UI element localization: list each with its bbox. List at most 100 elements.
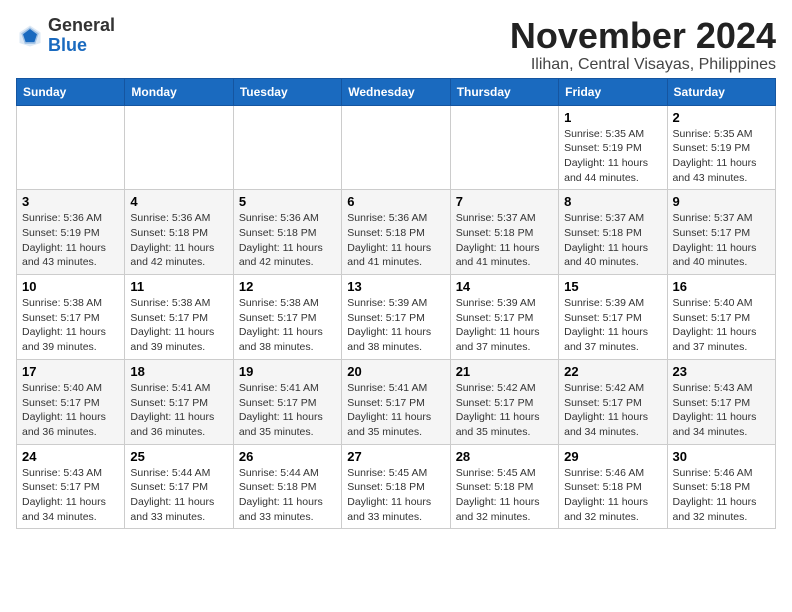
week-row-5: 24Sunrise: 5:43 AM Sunset: 5:17 PM Dayli… — [17, 444, 776, 529]
day-info: Sunrise: 5:36 AM Sunset: 5:18 PM Dayligh… — [130, 211, 227, 270]
logo: General Blue — [16, 16, 115, 56]
day-info: Sunrise: 5:41 AM Sunset: 5:17 PM Dayligh… — [239, 381, 336, 440]
day-info: Sunrise: 5:39 AM Sunset: 5:17 PM Dayligh… — [456, 296, 553, 355]
day-info: Sunrise: 5:41 AM Sunset: 5:17 PM Dayligh… — [347, 381, 444, 440]
weekday-header-saturday: Saturday — [667, 78, 775, 105]
day-number: 22 — [564, 364, 661, 379]
calendar-cell: 6 Sunrise: 5:36 AM Sunset: 5:18 PM Daylig… — [342, 190, 450, 275]
day-info: Sunrise: 5:39 AM Sunset: 5:17 PM Dayligh… — [347, 296, 444, 355]
day-info: Sunrise: 5:40 AM Sunset: 5:17 PM Dayligh… — [22, 381, 119, 440]
calendar-cell: 17Sunrise: 5:40 AM Sunset: 5:17 PM Dayli… — [17, 359, 125, 444]
day-number: 15 — [564, 279, 661, 294]
weekday-header-row: SundayMondayTuesdayWednesdayThursdayFrid… — [17, 78, 776, 105]
calendar-cell: 5 Sunrise: 5:36 AM Sunset: 5:18 PM Daylig… — [233, 190, 341, 275]
day-info: Sunrise: 5:41 AM Sunset: 5:17 PM Dayligh… — [130, 381, 227, 440]
weekday-header-wednesday: Wednesday — [342, 78, 450, 105]
location-title: Ilihan, Central Visayas, Philippines — [510, 56, 776, 74]
day-number: 25 — [130, 449, 227, 464]
calendar-cell: 24Sunrise: 5:43 AM Sunset: 5:17 PM Dayli… — [17, 444, 125, 529]
day-info: Sunrise: 5:46 AM Sunset: 5:18 PM Dayligh… — [564, 466, 661, 525]
day-number: 26 — [239, 449, 336, 464]
week-row-3: 10 Sunrise: 5:38 AM Sunset: 5:17 PM Dayli… — [17, 275, 776, 360]
day-info: Sunrise: 5:36 AM Sunset: 5:19 PM Dayligh… — [22, 211, 119, 270]
day-info: Sunrise: 5:37 AM Sunset: 5:18 PM Dayligh… — [564, 211, 661, 270]
day-number: 20 — [347, 364, 444, 379]
day-info: Sunrise: 5:42 AM Sunset: 5:17 PM Dayligh… — [564, 381, 661, 440]
day-info: Sunrise: 5:38 AM Sunset: 5:17 PM Dayligh… — [239, 296, 336, 355]
calendar-cell: 22 Sunrise: 5:42 AM Sunset: 5:17 PM Dayli… — [559, 359, 667, 444]
day-info: Sunrise: 5:46 AM Sunset: 5:18 PM Dayligh… — [673, 466, 770, 525]
week-row-2: 3 Sunrise: 5:36 AM Sunset: 5:19 PM Daylig… — [17, 190, 776, 275]
calendar-cell: 11Sunrise: 5:38 AM Sunset: 5:17 PM Dayli… — [125, 275, 233, 360]
weekday-header-thursday: Thursday — [450, 78, 558, 105]
day-number: 4 — [130, 194, 227, 209]
title-block: November 2024 Ilihan, Central Visayas, P… — [510, 16, 776, 74]
calendar-cell — [125, 105, 233, 190]
day-number: 10 — [22, 279, 119, 294]
calendar-cell: 3 Sunrise: 5:36 AM Sunset: 5:19 PM Daylig… — [17, 190, 125, 275]
calendar-cell: 26 Sunrise: 5:44 AM Sunset: 5:18 PM Dayli… — [233, 444, 341, 529]
day-number: 11 — [130, 279, 227, 294]
calendar-cell: 2 Sunrise: 5:35 AM Sunset: 5:19 PM Daylig… — [667, 105, 775, 190]
day-number: 2 — [673, 110, 770, 125]
calendar-cell: 12 Sunrise: 5:38 AM Sunset: 5:17 PM Dayli… — [233, 275, 341, 360]
calendar-cell — [233, 105, 341, 190]
day-info: Sunrise: 5:37 AM Sunset: 5:18 PM Dayligh… — [456, 211, 553, 270]
page-header: General Blue November 2024 Ilihan, Centr… — [16, 16, 776, 74]
day-info: Sunrise: 5:45 AM Sunset: 5:18 PM Dayligh… — [456, 466, 553, 525]
weekday-header-monday: Monday — [125, 78, 233, 105]
day-number: 5 — [239, 194, 336, 209]
calendar-cell: 14 Sunrise: 5:39 AM Sunset: 5:17 PM Dayli… — [450, 275, 558, 360]
day-number: 8 — [564, 194, 661, 209]
day-info: Sunrise: 5:44 AM Sunset: 5:17 PM Dayligh… — [130, 466, 227, 525]
day-info: Sunrise: 5:36 AM Sunset: 5:18 PM Dayligh… — [239, 211, 336, 270]
day-info: Sunrise: 5:45 AM Sunset: 5:18 PM Dayligh… — [347, 466, 444, 525]
day-info: Sunrise: 5:35 AM Sunset: 5:19 PM Dayligh… — [673, 127, 770, 186]
calendar-cell: 8 Sunrise: 5:37 AM Sunset: 5:18 PM Daylig… — [559, 190, 667, 275]
day-info: Sunrise: 5:38 AM Sunset: 5:17 PM Dayligh… — [22, 296, 119, 355]
day-number: 27 — [347, 449, 444, 464]
day-number: 21 — [456, 364, 553, 379]
calendar-cell: 19Sunrise: 5:41 AM Sunset: 5:17 PM Dayli… — [233, 359, 341, 444]
calendar-cell: 7 Sunrise: 5:37 AM Sunset: 5:18 PM Daylig… — [450, 190, 558, 275]
day-info: Sunrise: 5:37 AM Sunset: 5:17 PM Dayligh… — [673, 211, 770, 270]
day-number: 1 — [564, 110, 661, 125]
day-number: 14 — [456, 279, 553, 294]
day-number: 18 — [130, 364, 227, 379]
day-number: 16 — [673, 279, 770, 294]
day-number: 6 — [347, 194, 444, 209]
calendar-cell — [342, 105, 450, 190]
day-info: Sunrise: 5:42 AM Sunset: 5:17 PM Dayligh… — [456, 381, 553, 440]
calendar-cell: 29 Sunrise: 5:46 AM Sunset: 5:18 PM Dayli… — [559, 444, 667, 529]
calendar-cell: 16 Sunrise: 5:40 AM Sunset: 5:17 PM Dayli… — [667, 275, 775, 360]
calendar-cell: 13 Sunrise: 5:39 AM Sunset: 5:17 PM Dayli… — [342, 275, 450, 360]
calendar-cell — [17, 105, 125, 190]
calendar-table: SundayMondayTuesdayWednesdayThursdayFrid… — [16, 78, 776, 530]
week-row-4: 17Sunrise: 5:40 AM Sunset: 5:17 PM Dayli… — [17, 359, 776, 444]
calendar-cell: 10 Sunrise: 5:38 AM Sunset: 5:17 PM Dayli… — [17, 275, 125, 360]
calendar-cell: 15 Sunrise: 5:39 AM Sunset: 5:17 PM Dayli… — [559, 275, 667, 360]
calendar-cell — [450, 105, 558, 190]
day-info: Sunrise: 5:43 AM Sunset: 5:17 PM Dayligh… — [22, 466, 119, 525]
logo-text: General Blue — [48, 16, 115, 56]
day-info: Sunrise: 5:36 AM Sunset: 5:18 PM Dayligh… — [347, 211, 444, 270]
calendar-cell: 4 Sunrise: 5:36 AM Sunset: 5:18 PM Daylig… — [125, 190, 233, 275]
calendar-cell: 23Sunrise: 5:43 AM Sunset: 5:17 PM Dayli… — [667, 359, 775, 444]
day-number: 3 — [22, 194, 119, 209]
day-number: 13 — [347, 279, 444, 294]
calendar-cell: 1 Sunrise: 5:35 AM Sunset: 5:19 PM Daylig… — [559, 105, 667, 190]
day-number: 29 — [564, 449, 661, 464]
day-info: Sunrise: 5:40 AM Sunset: 5:17 PM Dayligh… — [673, 296, 770, 355]
calendar-cell: 25 Sunrise: 5:44 AM Sunset: 5:17 PM Dayli… — [125, 444, 233, 529]
calendar-cell: 27 Sunrise: 5:45 AM Sunset: 5:18 PM Dayli… — [342, 444, 450, 529]
calendar-cell: 30Sunrise: 5:46 AM Sunset: 5:18 PM Dayli… — [667, 444, 775, 529]
day-number: 12 — [239, 279, 336, 294]
day-number: 28 — [456, 449, 553, 464]
day-info: Sunrise: 5:44 AM Sunset: 5:18 PM Dayligh… — [239, 466, 336, 525]
logo-icon — [16, 22, 44, 50]
day-info: Sunrise: 5:39 AM Sunset: 5:17 PM Dayligh… — [564, 296, 661, 355]
day-info: Sunrise: 5:35 AM Sunset: 5:19 PM Dayligh… — [564, 127, 661, 186]
week-row-1: 1 Sunrise: 5:35 AM Sunset: 5:19 PM Daylig… — [17, 105, 776, 190]
day-number: 7 — [456, 194, 553, 209]
day-info: Sunrise: 5:43 AM Sunset: 5:17 PM Dayligh… — [673, 381, 770, 440]
